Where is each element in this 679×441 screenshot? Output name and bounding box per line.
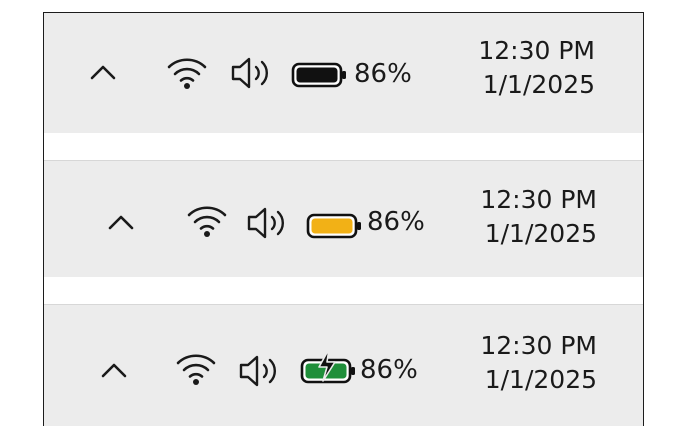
battery-percentage[interactable]: 86% (360, 355, 418, 385)
chevron-up-icon[interactable] (106, 212, 136, 232)
clock[interactable]: 12:30 PM 1/1/2025 (478, 34, 595, 102)
wifi-icon[interactable] (165, 53, 209, 91)
volume-icon[interactable] (245, 203, 291, 243)
clock[interactable]: 12:30 PM 1/1/2025 (480, 329, 597, 397)
taskbar-comparison-frame: 86% 12:30 PM 1/1/2025 86% 12:30 PM 1/1/2… (43, 12, 644, 426)
volume-icon[interactable] (237, 351, 283, 391)
battery-saver-icon[interactable] (306, 213, 364, 239)
volume-icon[interactable] (229, 53, 275, 93)
wifi-icon[interactable] (174, 349, 218, 387)
clock-date: 1/1/2025 (482, 70, 595, 99)
battery-percentage[interactable]: 86% (367, 207, 425, 237)
wifi-icon[interactable] (185, 201, 229, 239)
clock-date: 1/1/2025 (484, 365, 597, 394)
clock[interactable]: 12:30 PM 1/1/2025 (480, 183, 597, 251)
battery-icon[interactable] (291, 62, 349, 88)
chevron-up-icon[interactable] (99, 360, 129, 380)
clock-time: 12:30 PM (480, 185, 597, 214)
clock-time: 12:30 PM (478, 36, 595, 65)
clock-time: 12:30 PM (480, 331, 597, 360)
taskbar-tray-battery-saver: 86% 12:30 PM 1/1/2025 (44, 160, 643, 277)
taskbar-tray-normal: 86% 12:30 PM 1/1/2025 (44, 13, 643, 133)
chevron-up-icon[interactable] (88, 62, 118, 82)
taskbar-tray-charging: 86% 12:30 PM 1/1/2025 (44, 304, 643, 426)
battery-charging-icon[interactable] (300, 348, 358, 384)
battery-percentage[interactable]: 86% (354, 59, 412, 89)
clock-date: 1/1/2025 (484, 219, 597, 248)
